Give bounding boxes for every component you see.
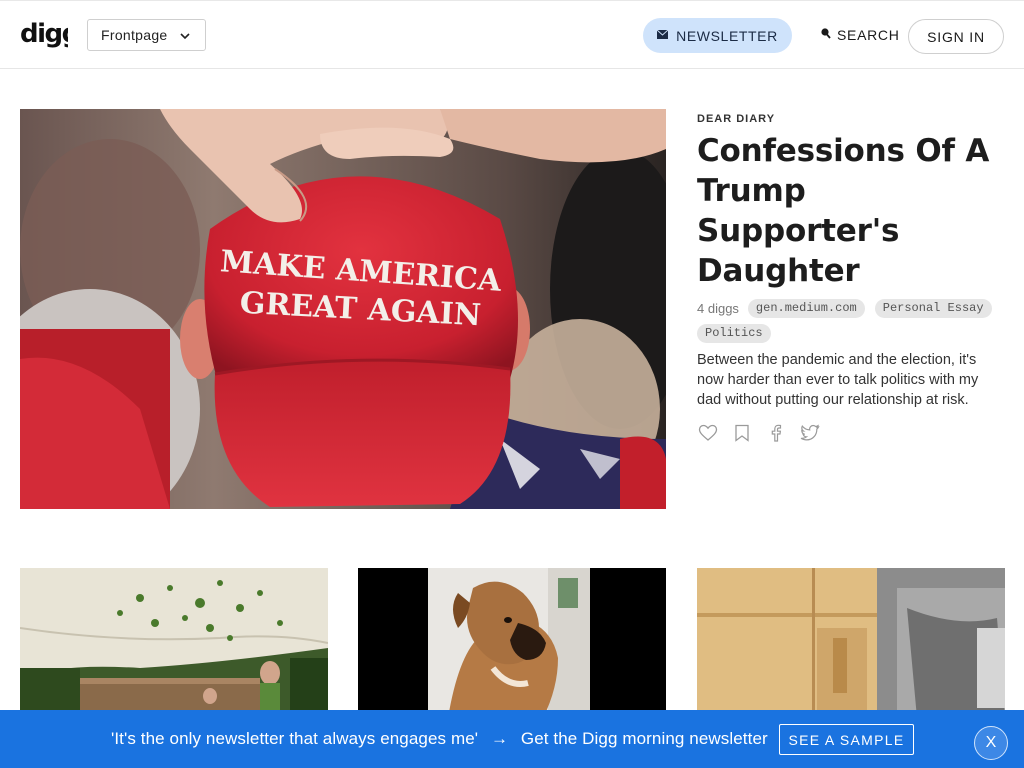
- twitter-icon: [800, 424, 820, 441]
- chevron-down-icon: [180, 33, 190, 40]
- banner-text: 'It's the only newsletter that always en…: [111, 729, 768, 749]
- story-description: Between the pandemic and the election, i…: [697, 352, 979, 408]
- tag-personal-essay[interactable]: Personal Essay: [874, 299, 992, 318]
- hero-photo-maga-hat: MAKE AMERICA GREAT AGAIN: [20, 109, 666, 509]
- heart-icon: [698, 424, 718, 441]
- see-a-sample-button[interactable]: SEE A SAMPLE: [779, 724, 914, 755]
- story-meta: 4 diggs gen.medium.com Personal Essay Po…: [697, 299, 1007, 343]
- digg-count: 4 diggs: [697, 301, 739, 316]
- wooden-cabinet-image: [697, 568, 1005, 718]
- banner-cta-text: Get the Digg morning newsletter: [520, 729, 768, 748]
- thumbnail-forest-camp[interactable]: [20, 568, 328, 718]
- forest-camp-image: [20, 568, 328, 718]
- section-select-value: Frontpage: [101, 27, 168, 43]
- sign-in-button[interactable]: SIGN IN: [908, 19, 1004, 54]
- search-label: SEARCH: [837, 27, 900, 43]
- section-select[interactable]: Frontpage: [87, 19, 206, 51]
- story-actions: [697, 423, 833, 443]
- bookmark-button[interactable]: [731, 423, 753, 443]
- search-button[interactable]: SEARCH: [820, 19, 900, 51]
- boxer-dog-image: [358, 568, 666, 718]
- banner-quote: 'It's the only newsletter that always en…: [111, 729, 479, 748]
- thumbnail-wooden-cabinet[interactable]: [697, 568, 1005, 718]
- thumbnail-boxer-dog[interactable]: [358, 568, 666, 718]
- site-header: digg Frontpage NEWSLETTER SEARCH SIGN IN: [0, 0, 1024, 69]
- arrow-right-icon: →: [490, 729, 509, 748]
- newsletter-banner: 'It's the only newsletter that always en…: [0, 710, 1024, 768]
- digg-logo[interactable]: digg: [20, 20, 68, 50]
- story-kicker[interactable]: DEAR DIARY: [697, 113, 775, 125]
- mail-icon: [657, 30, 669, 39]
- facebook-share-button[interactable]: [765, 423, 787, 443]
- facebook-icon: [771, 424, 782, 442]
- like-button[interactable]: [697, 423, 719, 443]
- newsletter-button[interactable]: NEWSLETTER: [643, 18, 792, 53]
- tag-politics[interactable]: Politics: [697, 324, 771, 343]
- svg-text:digg: digg: [20, 20, 68, 49]
- twitter-share-button[interactable]: [799, 423, 821, 443]
- bookmark-icon: [735, 424, 749, 442]
- hero-image[interactable]: MAKE AMERICA GREAT AGAIN: [20, 109, 666, 509]
- close-icon: X: [985, 734, 997, 751]
- tag-source[interactable]: gen.medium.com: [747, 299, 865, 318]
- search-icon: [821, 28, 831, 39]
- close-banner-button[interactable]: X: [974, 726, 1008, 760]
- newsletter-label: NEWSLETTER: [676, 27, 778, 44]
- story-headline[interactable]: Confessions Of A Trump Supporter's Daugh…: [697, 131, 1012, 291]
- sign-in-label: SIGN IN: [927, 28, 985, 45]
